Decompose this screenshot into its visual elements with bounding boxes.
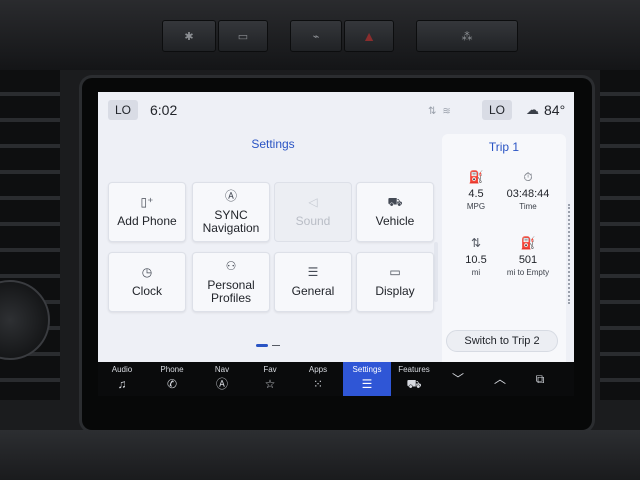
page-dot[interactable] [272,345,280,346]
hardware-defrost-button[interactable]: ⁂ [416,20,518,52]
nav-nav[interactable]: Nav Ⓐ [198,362,246,396]
nav-label: Phone [160,365,184,374]
tile-label: SYNC Navigation [202,207,260,235]
profiles-icon: ⚇ [225,258,237,273]
distance-icon: ⇅ [470,236,482,250]
metric-distance: ⇅ 10.5 mi [448,236,504,277]
metric-value: 10.5 [465,254,487,266]
hardware-traction-button[interactable]: ⌁ [290,20,342,52]
chevron-down-icon: ﹀ [451,372,464,386]
hardware-fan-button[interactable]: ✱ [162,20,216,52]
tile-sound: ◁ Sound [274,182,352,242]
tile-label: Sound [295,214,331,228]
tile-display[interactable]: ▭ Display [356,252,434,312]
dashboard-top-panel: ✱ ▭ ⌁ ▲ ⁂ [0,0,640,70]
settings-title: Settings [251,137,295,151]
tile-general[interactable]: ☰ General [274,252,352,312]
tile-sync-navigation[interactable]: Ⓐ SYNC Navigation [192,182,270,242]
nav-phone[interactable]: Phone ✆ [148,362,196,396]
outside-temperature: 84° [544,102,566,118]
nav-label: Apps [308,365,328,374]
music-note-icon: ♫ [117,377,127,391]
wifi-icon: ≋ [442,106,457,117]
hardware-recirc-button[interactable]: ▭ [218,20,268,52]
phone-icon: ✆ [166,377,178,391]
nav-screens[interactable]: ⧉ [516,362,564,396]
tile-label: General [291,284,335,298]
metric-mpg: ⛽ 4.5 MPG [448,170,504,211]
status-bar: LO 6:02 ⇅≋ LO ☁ 84° [98,92,574,130]
metric-unit: mi to Empty [506,268,550,277]
car-icon: ⛟ [406,377,422,391]
nav-chevron-down[interactable]: ﹀ [434,362,482,396]
phone-add-icon: ▯⁺ [140,195,154,209]
nav-label: Nav [214,365,230,374]
navigation-icon: Ⓐ [224,188,237,203]
metric-unit: Time [519,202,537,211]
trip-title: Trip 1 [488,140,520,154]
nav-audio[interactable]: Audio ♫ [98,362,146,396]
tile-add-phone[interactable]: ▯⁺ Add Phone [108,182,186,242]
copy-screens-icon: ⧉ [535,372,545,386]
star-icon: ☆ [264,377,276,391]
sliders-icon: ☰ [307,265,319,279]
nav-label: Fav [263,365,277,374]
nav-settings[interactable]: Settings ☰ [343,362,391,396]
cloud-sun-icon: ☁ [526,102,539,117]
driver-temp-chip[interactable]: LO [108,100,139,120]
tile-vehicle[interactable]: ⛟ Vehicle [356,182,434,242]
navigation-icon: Ⓐ [215,377,228,391]
metric-range: ⛽ 501 mi to Empty [500,236,556,277]
display-icon: ▭ [389,265,401,279]
metric-value: 4.5 [468,188,484,200]
fuel-economy-icon: ⛽ [468,170,484,184]
tile-label: Add Phone [117,214,177,228]
fuel-pump-icon: ⛽ [520,236,536,250]
car-settings-icon: ⛟ [387,195,403,209]
tile-clock[interactable]: ◷ Clock [108,252,186,312]
sliders-icon: ☰ [361,377,373,391]
status-icons: ⇅≋ [428,106,457,117]
dashboard-bottom-panel [0,430,640,480]
switch-trip-button[interactable]: Switch to Trip 2 [446,330,558,352]
hazard-icon: ▲ [362,28,376,44]
metric-unit: mi [471,268,481,277]
hardware-hazard-button[interactable]: ▲ [344,20,394,52]
metric-value: 03:48:44 [506,188,550,200]
page-dot-active [256,344,268,347]
tile-label: Clock [131,284,162,298]
scroll-edge [434,242,438,302]
metric-time: ⏱ 03:48:44 Time [500,170,556,211]
clock-icon: ◷ [141,265,153,279]
tile-label: Vehicle [375,214,415,228]
nav-apps[interactable]: Apps ⁙ [294,362,342,396]
metric-value: 501 [518,254,538,266]
air-vent-right [600,70,640,400]
nav-features[interactable]: Features ⛟ [390,362,438,396]
apps-grid-icon: ⁙ [312,377,324,391]
nav-label: Settings [352,365,382,374]
nav-label: Audio [111,365,133,374]
tile-personal-profiles[interactable]: ⚇ Personal Profiles [192,252,270,312]
metric-unit: MPG [466,202,486,211]
nav-fav[interactable]: Fav ☆ [246,362,294,396]
stopwatch-icon: ⏱ [523,170,533,184]
trip-scrollbar[interactable] [568,204,570,304]
bottom-nav-bar: Audio ♫ Phone ✆ Nav Ⓐ Fav ☆ Apps ⁙ Setti… [98,362,574,396]
tile-label: Display [375,284,415,298]
speaker-icon: ◁ [308,195,318,209]
nav-label: Features [398,365,430,374]
infotainment-screen: LO 6:02 ⇅≋ LO ☁ 84° Settings ▯⁺ Add Phon… [98,92,574,362]
clock-time: 6:02 [150,102,178,118]
tile-label: Personal Profiles [207,277,255,305]
trip-panel: Trip 1 ⛽ 4.5 MPG ⏱ 03:48:44 Time ⇅ 10.5 … [442,134,570,362]
arrows-icon: ⇅ [428,106,443,117]
passenger-temp-chip[interactable]: LO [482,100,513,120]
